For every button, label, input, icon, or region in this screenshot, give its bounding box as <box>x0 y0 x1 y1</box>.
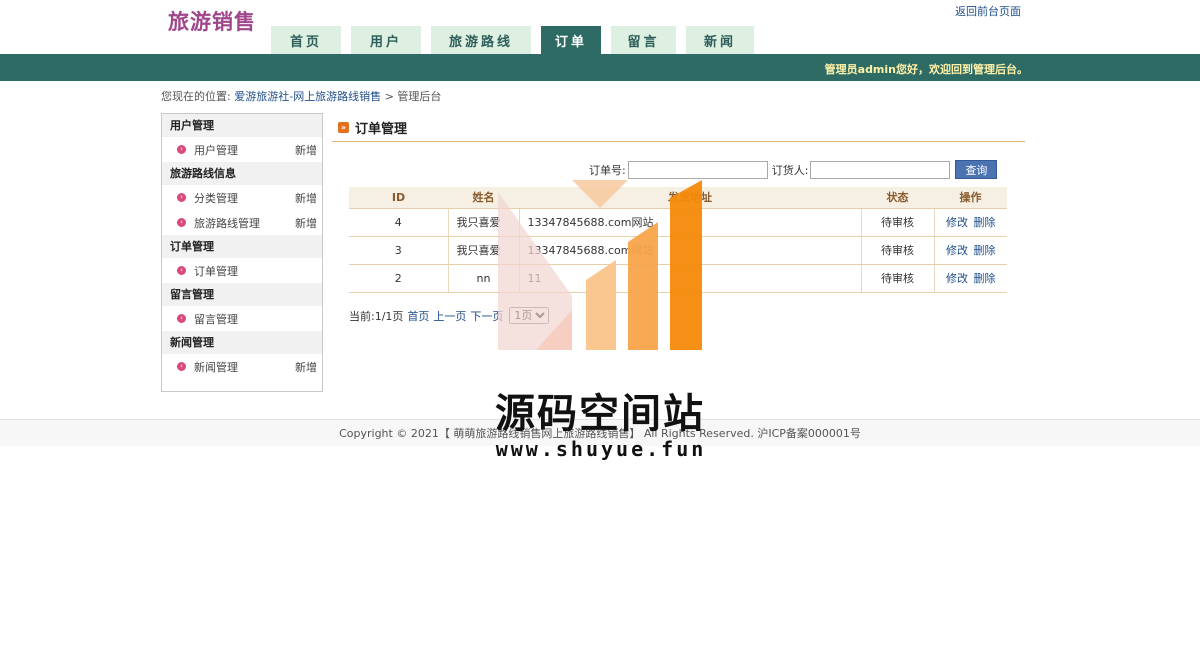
sidebar-group-messages: 留言管理 <box>162 283 322 306</box>
breadcrumb-current: 管理后台 <box>397 90 442 103</box>
title-divider <box>332 141 1025 142</box>
cell-id: 3 <box>349 236 449 265</box>
order-no-label: 订单号: <box>589 163 626 177</box>
watermark-logo-icon <box>498 180 702 350</box>
sidebar-add-user-link[interactable]: 新增 <box>295 142 317 158</box>
sidebar-group-routes: 旅游路线信息 <box>162 162 322 185</box>
sidebar-item-label[interactable]: 订单管理 <box>194 263 322 279</box>
cell-actions: 修改 删除 <box>934 264 1007 293</box>
breadcrumb-prefix: 您现在的位置: <box>161 90 231 103</box>
delete-link[interactable]: 删除 <box>974 272 996 285</box>
watermark-title: 源码空间站 <box>495 391 705 437</box>
main-nav: 首页 用户 旅游路线 订单 留言 新闻 <box>271 26 764 54</box>
sidebar-group-orders: 订单管理 <box>162 235 322 258</box>
sidebar-add-route-link[interactable]: 新增 <box>295 215 317 231</box>
cell-status: 待审核 <box>861 264 935 293</box>
site-logo: 旅游销售 <box>168 10 256 34</box>
bullet-icon: › <box>177 362 186 371</box>
cell-id: 4 <box>349 208 449 237</box>
breadcrumb: 您现在的位置: 爱游旅游社-网上旅游路线销售 > 管理后台 <box>161 88 441 104</box>
sidebar-add-category-link[interactable]: 新增 <box>295 190 317 206</box>
sidebar-add-news-link[interactable]: 新增 <box>295 359 317 375</box>
sidebar-group-users: 用户管理 <box>162 114 322 137</box>
bullet-icon: › <box>177 145 186 154</box>
arrow-right-icon: » <box>338 122 349 133</box>
sidebar: 用户管理 › 用户管理 新增 旅游路线信息 › 分类管理 新增 › 旅游路线管理… <box>161 113 323 392</box>
search-button[interactable]: 查询 <box>955 160 998 179</box>
breadcrumb-separator: > <box>384 90 394 103</box>
sidebar-item-order-manage[interactable]: › 订单管理 <box>162 258 322 283</box>
nav-tab-users[interactable]: 用户 <box>351 26 421 54</box>
bullet-icon: › <box>177 266 186 275</box>
page-title: » 订单管理 <box>338 118 407 137</box>
first-page-link[interactable]: 首页 <box>407 308 429 324</box>
nav-tab-news[interactable]: 新闻 <box>686 26 754 54</box>
sidebar-group-news: 新闻管理 <box>162 331 322 354</box>
back-to-frontend-link[interactable]: 返回前台页面 <box>955 3 1021 19</box>
nav-tab-home[interactable]: 首页 <box>271 26 341 54</box>
bullet-icon: › <box>177 193 186 202</box>
edit-link[interactable]: 修改 <box>946 216 968 229</box>
nav-tab-orders[interactable]: 订单 <box>541 26 601 54</box>
sidebar-item-category-manage[interactable]: › 分类管理 新增 <box>162 185 322 210</box>
page-info: 当前:1/1页 <box>349 309 404 323</box>
cell-actions: 修改 删除 <box>934 208 1007 237</box>
prev-page-link[interactable]: 上一页 <box>433 308 466 324</box>
sidebar-item-route-manage[interactable]: › 旅游路线管理 新增 <box>162 210 322 235</box>
sidebar-item-news-manage[interactable]: › 新闻管理 新增 <box>162 354 322 379</box>
nav-tab-messages[interactable]: 留言 <box>611 26 676 54</box>
breadcrumb-home-link[interactable]: 爱游旅游社-网上旅游路线销售 <box>234 90 381 103</box>
edit-link[interactable]: 修改 <box>946 272 968 285</box>
order-no-input[interactable] <box>627 160 768 179</box>
page-title-text: 订单管理 <box>355 122 408 137</box>
watermark-url: www.shuyue.fun <box>495 437 707 461</box>
sidebar-item-message-manage[interactable]: › 留言管理 <box>162 306 322 331</box>
cell-id: 2 <box>349 264 449 293</box>
edit-link[interactable]: 修改 <box>946 244 968 257</box>
nav-tab-routes[interactable]: 旅游路线 <box>431 26 531 54</box>
customer-label: 订货人: <box>771 163 809 177</box>
cell-status: 待审核 <box>861 236 935 265</box>
delete-link[interactable]: 删除 <box>974 216 996 229</box>
cell-actions: 修改 删除 <box>934 236 1007 265</box>
delete-link[interactable]: 删除 <box>974 244 996 257</box>
col-header-actions: 操作 <box>934 187 1007 209</box>
col-header-id: ID <box>349 187 448 209</box>
header-bar: 管理员admin您好，欢迎回到管理后台。 <box>0 54 1200 81</box>
sidebar-item-user-manage[interactable]: › 用户管理 新增 <box>162 137 322 162</box>
col-header-status: 状态 <box>861 187 934 209</box>
bullet-icon: › <box>177 314 186 323</box>
cell-status: 待审核 <box>861 208 935 237</box>
sidebar-item-label[interactable]: 留言管理 <box>194 311 322 327</box>
welcome-text: 管理员admin您好，欢迎回到管理后台。 <box>824 63 1028 76</box>
search-form: 订单号: 订货人: 查询 <box>589 160 998 179</box>
bullet-icon: › <box>177 218 186 227</box>
customer-input[interactable] <box>810 160 951 179</box>
